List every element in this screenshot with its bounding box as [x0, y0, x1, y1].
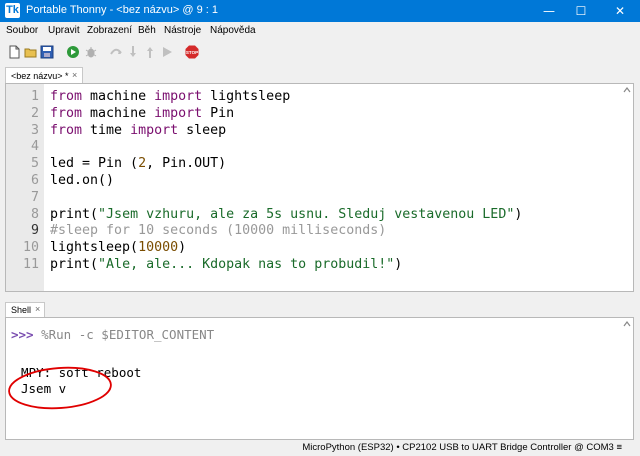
shell-run-line: >>> %Run -c $EDITOR_CONTENT — [11, 327, 214, 342]
scroll-up-icon[interactable] — [621, 84, 633, 96]
line-number: 11 — [22, 257, 39, 272]
step-out-icon[interactable] — [143, 45, 157, 59]
new-file-icon[interactable] — [7, 45, 21, 59]
line-number: 6 — [30, 173, 39, 188]
title-bar: Tk Portable Thonny - <bez názvu> @ 9 : 1… — [0, 0, 640, 22]
line-number: 1 — [30, 89, 39, 104]
step-over-icon[interactable] — [109, 45, 123, 59]
run-icon[interactable] — [66, 45, 80, 59]
stop-icon[interactable]: STOP — [185, 45, 199, 59]
save-icon[interactable] — [40, 45, 54, 59]
menu-upravit[interactable]: Upravit — [48, 25, 80, 36]
code-line[interactable]: #sleep for 10 seconds (10000 millisecond… — [50, 223, 386, 240]
menu-napoveda[interactable]: Nápověda — [210, 25, 256, 36]
editor-tabstrip: <bez názvu> * × — [0, 64, 640, 85]
shell-run-command: %Run -c $EDITOR_CONTENT — [33, 327, 215, 342]
close-button[interactable]: ✕ — [600, 0, 640, 22]
code-line[interactable]: from machine import lightsleep — [50, 89, 290, 106]
code-line[interactable]: from time import sleep — [50, 123, 226, 140]
shell-scroll-up-icon[interactable] — [621, 318, 633, 330]
menu-bar: Soubor Upravit Zobrazení Běh Nástroje Ná… — [0, 22, 640, 40]
line-number: 5 — [30, 156, 39, 172]
status-bar: MicroPython (ESP32) • CP2102 USB to UART… — [0, 440, 640, 456]
line-number: 3 — [30, 122, 39, 138]
line-number-active: 9 — [30, 223, 39, 239]
line-number: 7 — [30, 189, 39, 205]
debug-icon[interactable] — [84, 45, 98, 59]
code-line[interactable]: print("Ale, ale... Kdopak nas to probudi… — [50, 257, 402, 274]
code-line[interactable]: led.on() — [50, 173, 114, 190]
code-editor[interactable]: 1 2 3 4 5 6 7 8 9 10 11 from machine imp… — [5, 83, 634, 292]
code-line[interactable]: led = Pin (2, Pin.OUT) — [50, 156, 226, 173]
thonny-app-icon: Tk — [5, 3, 20, 18]
line-number: 8 — [30, 206, 39, 222]
red-ellipse-annotation — [8, 366, 112, 410]
menu-beh[interactable]: Běh — [138, 25, 156, 36]
shell-prompt: >>> — [11, 327, 34, 342]
menu-zobrazeni[interactable]: Zobrazení — [87, 25, 132, 36]
stop-label: STOP — [186, 50, 198, 55]
shell-tab-close-icon[interactable]: × — [35, 304, 40, 314]
code-line[interactable]: from machine import Pin — [50, 106, 234, 123]
minimize-button[interactable]: — — [534, 0, 564, 22]
line-number: 2 — [30, 105, 39, 121]
shell-tabstrip: Shell × — [0, 300, 640, 318]
line-number-gutter: 1 2 3 4 5 6 7 8 9 10 11 — [6, 84, 44, 291]
code-line[interactable]: print("Jsem vzhuru, ale za 5s usnu. Sled… — [50, 207, 522, 224]
window-title: Portable Thonny - <bez názvu> @ 9 : 1 — [26, 4, 218, 16]
open-file-icon[interactable] — [24, 45, 38, 59]
line-number: 4 — [30, 139, 39, 155]
menu-soubor[interactable]: Soubor — [6, 25, 38, 36]
code-line[interactable]: lightsleep(10000) — [50, 240, 186, 257]
maximize-button[interactable]: ☐ — [566, 0, 596, 22]
shell-tab-label: Shell — [11, 305, 32, 315]
step-into-icon[interactable] — [126, 45, 140, 59]
shell-console[interactable]: >>> %Run -c $EDITOR_CONTENT MPY: soft re… — [5, 317, 634, 440]
tab-label: <bez názvu> * — [11, 71, 69, 81]
line-number: 10 — [22, 240, 39, 256]
tab-shell[interactable]: Shell × — [5, 302, 45, 318]
tab-close-icon[interactable]: × — [72, 70, 77, 80]
interpreter-status[interactable]: MicroPython (ESP32) • CP2102 USB to UART… — [302, 442, 622, 453]
menu-nastroje[interactable]: Nástroje — [164, 25, 201, 36]
resume-icon[interactable] — [160, 45, 174, 59]
